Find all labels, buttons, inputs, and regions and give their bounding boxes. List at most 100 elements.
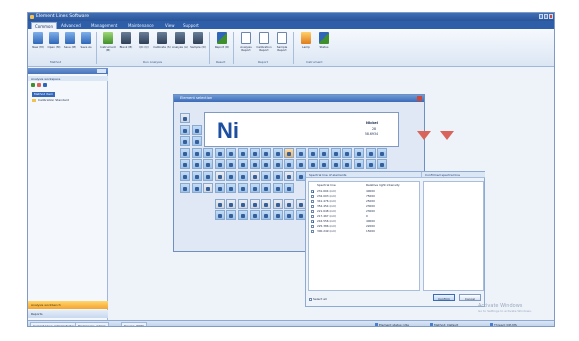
row-checkbox[interactable]	[311, 219, 314, 223]
row-checkbox[interactable]	[311, 229, 314, 233]
instrument-button[interactable]: Instrument (M)	[100, 32, 116, 58]
element-tile[interactable]	[342, 147, 353, 158]
tab-support[interactable]: Support	[180, 22, 202, 29]
element-tile[interactable]	[191, 136, 202, 147]
element-tile[interactable]	[261, 159, 272, 170]
element-tile[interactable]	[226, 198, 237, 209]
element-tile[interactable]	[330, 147, 341, 158]
element-tile[interactable]	[342, 159, 353, 170]
row-checkbox[interactable]	[311, 189, 314, 193]
save-as-button[interactable]: Save As	[78, 32, 94, 58]
spectral-line-row[interactable]: 300.249 (nm) 15000	[311, 229, 417, 233]
element-tile[interactable]	[296, 147, 306, 158]
nav-reports[interactable]: Reports	[28, 310, 108, 318]
element-tile[interactable]	[214, 147, 225, 158]
spectral-line-row[interactable]: 225.386 (nm) 22000	[311, 224, 417, 228]
element-tile[interactable]	[272, 147, 283, 158]
tab-maintenance[interactable]: Maintenance	[125, 22, 157, 29]
sample-button[interactable]: Sample (D)	[190, 32, 206, 58]
sample-report-button[interactable]: Sample Report	[274, 32, 290, 58]
element-tile[interactable]	[203, 171, 214, 181]
spectral-line-row[interactable]: 216.556 (nm) 40000	[311, 219, 417, 223]
element-tile[interactable]	[226, 159, 237, 170]
cancel-button[interactable]: Cancel	[459, 294, 481, 301]
tree-item-method[interactable]: Method Item	[32, 92, 56, 97]
element-tile[interactable]	[284, 171, 295, 181]
tab-common[interactable]: Common	[31, 22, 58, 29]
element-tile[interactable]	[203, 159, 214, 170]
calibrate-button[interactable]: Calibrate (S)	[153, 32, 171, 58]
analysis-report-button[interactable]: Analysis Report	[238, 32, 254, 58]
delete-icon[interactable]	[37, 83, 41, 87]
refresh-icon[interactable]	[43, 83, 47, 87]
element-tile[interactable]	[180, 113, 190, 123]
element-tile[interactable]	[238, 182, 248, 193]
tab-management[interactable]: Management	[88, 22, 120, 29]
element-tile[interactable]	[214, 171, 225, 181]
element-tile[interactable]	[203, 182, 214, 193]
element-tile[interactable]	[272, 182, 283, 193]
element-tile[interactable]	[284, 198, 295, 209]
element-tile[interactable]	[272, 171, 283, 181]
element-tile[interactable]	[307, 147, 318, 158]
element-tile[interactable]	[261, 210, 272, 221]
tree-item-calibration[interactable]: Calibration Standard	[32, 98, 69, 103]
element-tile[interactable]	[180, 136, 190, 147]
row-checkbox[interactable]	[311, 214, 314, 218]
spectral-line-row[interactable]: 221.648 (nm) 23000	[311, 209, 417, 213]
element-tile[interactable]	[377, 159, 388, 170]
element-tile[interactable]	[191, 171, 202, 181]
spectral-line-row[interactable]: 217.467 (nm) 0	[311, 214, 417, 218]
element-tile[interactable]	[214, 198, 225, 209]
element-tile[interactable]	[238, 147, 248, 158]
select-all-checkbox[interactable]: Select all	[309, 297, 327, 301]
element-tile[interactable]	[249, 147, 260, 158]
nav-analysis-workbench[interactable]: Analysis workbench	[28, 301, 108, 309]
element-tile[interactable]	[261, 147, 272, 158]
spectral-line-row[interactable]: 352.454 (nm) 23000	[311, 204, 417, 208]
add-icon[interactable]	[31, 83, 35, 87]
spectral-line-row[interactable]: 231.604 (nm) 40000	[311, 189, 417, 193]
row-checkbox[interactable]	[311, 194, 314, 198]
element-tile[interactable]	[296, 159, 306, 170]
element-tile[interactable]	[214, 182, 225, 193]
element-tile[interactable]	[307, 159, 318, 170]
element-tile[interactable]	[226, 182, 237, 193]
minimize-icon[interactable]	[539, 14, 543, 19]
element-tile[interactable]	[180, 124, 190, 135]
spectral-line-row[interactable]: 232.003 (nm) 75000	[311, 194, 417, 198]
element-tile[interactable]	[238, 171, 248, 181]
element-tile[interactable]	[249, 182, 260, 193]
element-tile[interactable]	[226, 210, 237, 221]
tab-advanced[interactable]: Advanced	[58, 22, 84, 29]
element-tile[interactable]	[238, 210, 248, 221]
element-tile[interactable]	[284, 147, 295, 158]
row-checkbox[interactable]	[311, 209, 314, 213]
element-tile[interactable]	[203, 147, 214, 158]
element-tile[interactable]	[272, 210, 283, 221]
element-tile[interactable]	[226, 171, 237, 181]
calibration-report-button[interactable]: Calibration Report	[256, 32, 272, 58]
element-tile[interactable]	[249, 159, 260, 170]
element-tile[interactable]	[330, 159, 341, 170]
element-tile[interactable]	[319, 147, 330, 158]
row-checkbox[interactable]	[311, 224, 314, 228]
row-checkbox[interactable]	[311, 204, 314, 208]
open-method-button[interactable]: Open (M)	[46, 32, 62, 58]
element-tile[interactable]	[214, 210, 225, 221]
maximize-icon[interactable]	[544, 14, 548, 19]
element-tile[interactable]	[180, 171, 190, 181]
element-tile[interactable]	[319, 159, 330, 170]
element-tile[interactable]	[238, 198, 248, 209]
element-tile[interactable]	[365, 159, 376, 170]
element-tile[interactable]	[191, 147, 202, 158]
element-tile[interactable]	[191, 159, 202, 170]
analyze-button[interactable]: Analyze (A)	[172, 32, 188, 58]
element-tile[interactable]	[272, 159, 283, 170]
element-tile[interactable]	[214, 159, 225, 170]
element-tile[interactable]	[249, 198, 260, 209]
element-tile[interactable]	[354, 159, 364, 170]
save-method-button[interactable]: Save (M)	[62, 32, 78, 58]
element-tile[interactable]	[284, 210, 295, 221]
element-tile[interactable]	[226, 147, 237, 158]
